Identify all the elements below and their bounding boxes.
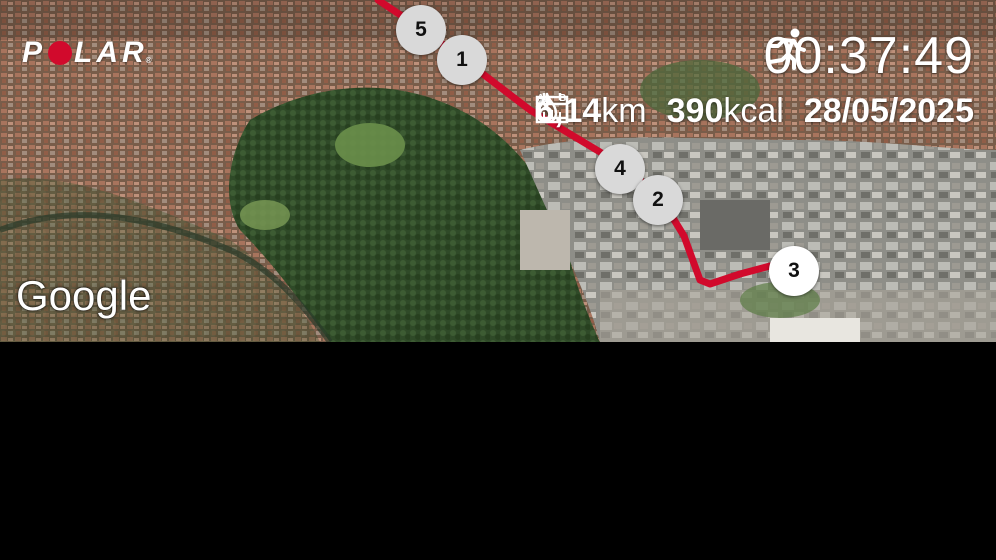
lap-marker[interactable]: 2 — [633, 175, 683, 225]
google-attribution: Google — [16, 272, 152, 319]
date-value: 28/05/2025 — [803, 92, 974, 130]
distance-unit: km — [601, 92, 647, 130]
calories-stat: 390 kcal — [536, 92, 784, 131]
lap-marker[interactable]: 5 — [396, 5, 446, 55]
calories-unit: kcal — [723, 92, 784, 130]
duration-row: 00:37:49 — [764, 26, 974, 86]
workout-share-image: 5 1 4 2 3 P LAR ® 00:37:49 A B 6,14 km 3… — [0, 0, 996, 560]
stats-row: A B 6,14 km 390 kcal 28/05/2025 — [535, 92, 974, 131]
date-stat: 28/05/2025 — [535, 92, 974, 131]
polar-logo: P LAR ® — [22, 36, 152, 69]
registered-mark: ® — [145, 55, 152, 65]
lap-marker[interactable]: 3 — [769, 246, 819, 296]
empty-black-area — [0, 342, 996, 560]
calories-value: 390 — [666, 92, 724, 130]
lap-marker[interactable]: 1 — [437, 35, 487, 85]
logo-letter: P — [22, 36, 47, 69]
calendar-icon — [535, 93, 569, 124]
logo-letters: LAR — [74, 36, 148, 69]
running-person-icon — [767, 28, 806, 70]
logo-dot — [48, 41, 73, 65]
satellite-map[interactable]: 5 1 4 2 3 P LAR ® 00:37:49 A B 6,14 km 3… — [0, 0, 996, 342]
